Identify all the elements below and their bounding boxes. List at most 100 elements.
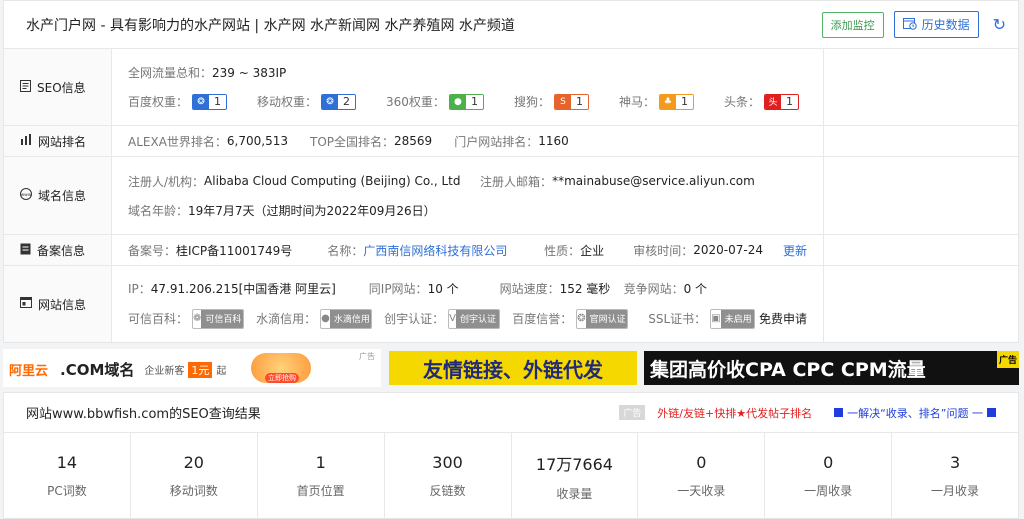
toutiao-icon: 头 <box>764 94 781 109</box>
calendar-clock-icon <box>902 17 917 33</box>
portal-key: 门户网站排名： <box>454 134 539 149</box>
weight-key: 头条： <box>723 95 760 109</box>
aliyun-ad-sub: 企业新客 <box>144 366 185 377</box>
refresh-icon[interactable]: ↻ <box>993 15 1006 34</box>
stat-value: 0 <box>823 453 834 472</box>
domain-label-text: 域名信息 <box>38 189 87 203</box>
beian-type-value: 企业 <box>580 243 605 258</box>
stat-value: 17万7664 <box>535 454 613 474</box>
weight-item: 移动权重： ❂ 2 <box>257 93 357 110</box>
bar-chart-icon <box>20 134 32 148</box>
rank-content: ALEXA世界排名： 6,700,513 TOP全国排名： 28569 门户网站排名… <box>112 126 824 156</box>
paw-icon: ❂ <box>193 94 210 109</box>
aliyun-ad[interactable]: 阿里云 .COM域名 企业新客 1元 起 立即抢购 广告 <box>3 349 381 387</box>
title-bar: 水产门户网 - 具有影响力的水产网站 | 水产网 水产新闻网 水产养殖网 水产频… <box>4 1 1018 49</box>
shuidi-badge[interactable]: ● 水滴信用 <box>320 308 373 329</box>
promo-red-link[interactable]: 外链/友链+快排★代发帖子排名 <box>657 405 812 421</box>
baidu-credit-badge[interactable]: ❂ 官网认证 <box>576 308 629 329</box>
weight-badge[interactable]: 头1 <box>763 93 799 110</box>
rank-label-text: 网站排名 <box>38 134 87 149</box>
weight-item: 搜狗： S 1 <box>514 93 589 110</box>
stat-cell[interactable]: 0 一天收录 <box>638 433 766 519</box>
speed-key: 网站速度： <box>499 281 560 296</box>
site-label: 网站信息 <box>4 266 112 342</box>
rank-label: 网站排名 <box>4 126 112 156</box>
lock-icon: ▣ <box>711 313 721 324</box>
ssl-key: SSL证书： <box>648 312 707 326</box>
result-header: 网站www.bbwfish.com的SEO查询结果 广告 外链/友链+快排★代发… <box>4 393 1018 433</box>
friend-link-ad[interactable]: 友情链接、外链代发 <box>389 351 637 385</box>
top-value: 28569 <box>394 134 433 148</box>
beian-update-link[interactable]: 更新 <box>783 242 807 259</box>
weight-badge[interactable]: ❂ 1 <box>192 93 228 110</box>
aliyun-buy-button[interactable]: 立即抢购 <box>265 373 299 383</box>
beian-row: 备案信息 备案号： 桂ICP备11001749号 名称： 广西南信网络科技有限公司 … <box>4 235 1018 266</box>
weight-badge[interactable]: ❂ 2 <box>321 93 357 110</box>
baike-badge-text: 可信百科 <box>201 309 244 328</box>
weight-item: 头条：头 1 <box>724 93 799 110</box>
stat-label: 首页位置 <box>296 484 345 498</box>
stat-cell[interactable]: 300 反链数 <box>385 433 512 519</box>
weight-item: 百度权重： ❂ 1 <box>128 93 228 110</box>
site-title: 水产门户网 - 具有影响力的水产网站 | 水产网 水产新闻网 水产养殖网 水产频… <box>26 17 515 34</box>
same-ip-value: 10 个 <box>427 281 459 296</box>
site-label-text: 网站信息 <box>38 297 87 312</box>
alexa-key: ALEXA世界排名： <box>128 134 227 149</box>
weight-key: 百度权重： <box>128 95 189 109</box>
blue-square-icon <box>987 408 996 417</box>
blue-square-icon <box>834 408 844 417</box>
beian-name-key: 名称： <box>327 243 364 258</box>
beian-name-link[interactable]: 广西南信网络科技有限公司 <box>363 242 544 259</box>
stat-value: 20 <box>183 453 204 472</box>
stat-cell[interactable]: 20 移动词数 <box>131 433 258 519</box>
ad-tag: 广告 <box>359 352 375 361</box>
cpa-traffic-ad[interactable]: 集团高价收CPA CPC CPM流量 广告 <box>644 351 1019 385</box>
svg-text:www: www <box>20 193 31 198</box>
promo-blue-text: 一解决“收录、排名”问题 一 <box>847 406 983 420</box>
history-label: 历史数据 <box>921 18 970 32</box>
baidu-credit-key: 百度信誉： <box>512 312 573 326</box>
beian-label: 备案信息 <box>4 235 112 265</box>
history-data-button[interactable]: 历史数据 <box>893 11 979 38</box>
age-value: 19年7月7天（过期时间为2022年09月26日） <box>188 203 436 218</box>
ssl-apply-link[interactable]: 免费申请 <box>759 310 807 327</box>
beian-date-value: 2020-07-24 <box>693 243 763 257</box>
same-ip-key: 同IP网站： <box>368 281 428 296</box>
ssl-badge[interactable]: ▣ 未启用 <box>710 308 755 329</box>
stat-cell[interactable]: 3 一月收录 <box>892 433 1018 519</box>
weight-key: 移动权重： <box>257 95 318 109</box>
laurel-icon: ❁ <box>193 313 202 324</box>
speed-value: 152 毫秒 <box>559 281 611 296</box>
weight-item: 神马： ♣ 1 <box>619 93 694 110</box>
baike-badge[interactable]: ❁ 可信百科 <box>192 308 245 329</box>
shuidi-badge-text: 水滴信用 <box>329 309 372 328</box>
add-monitor-button[interactable]: 添加监控 <box>821 11 884 38</box>
weight-badge[interactable]: ● 1 <box>448 93 484 110</box>
weight-badge[interactable]: S1 <box>553 93 589 110</box>
stat-cell[interactable]: 1 首页位置 <box>258 433 385 519</box>
stat-cell[interactable]: 14 PC词数 <box>4 433 131 519</box>
compete-value: 0 个 <box>683 281 708 296</box>
weight-value: 1 <box>465 95 483 108</box>
chuangyu-badge[interactable]: V 创宇认证 <box>448 308 501 329</box>
stat-label: 一周收录 <box>804 484 853 498</box>
promo-blue-link[interactable]: 一解决“收录、排名”问题 一 <box>834 405 996 421</box>
result-ad-tag: 广告 <box>619 405 646 420</box>
seo-label: SEO信息 <box>4 49 112 125</box>
stats-row: 14 PC词数 20 移动词数 1 首页位置 300 反链数 17万7664 收录量 0 一天收录 0 一… <box>4 433 1018 519</box>
s-icon: S <box>554 94 571 109</box>
beian-no-key: 备案号： <box>128 243 177 258</box>
ad-banners: 阿里云 .COM域名 企业新客 1元 起 立即抢购 广告 友情链接、外链代发 集… <box>3 349 1019 387</box>
domain-content: 注册人/机构： Alibaba Cloud Computing (Beijing)… <box>112 157 824 234</box>
horse-icon: ♣ <box>659 94 676 109</box>
ssl-badge-text: 未启用 <box>720 309 754 328</box>
stat-cell[interactable]: 0 一周收录 <box>765 433 893 519</box>
weight-badge[interactable]: ♣ 1 <box>658 93 694 110</box>
chuangyu-badge-text: 创宇认证 <box>455 309 500 328</box>
aliyun-ad-price: 1元 <box>188 361 213 378</box>
paw-icon: ❂ <box>577 313 586 324</box>
baike-key: 可信百科： <box>128 312 189 326</box>
stat-value: 3 <box>949 453 961 472</box>
stat-cell[interactable]: 17万7664 收录量 <box>512 433 639 519</box>
stat-value: 0 <box>696 453 707 472</box>
